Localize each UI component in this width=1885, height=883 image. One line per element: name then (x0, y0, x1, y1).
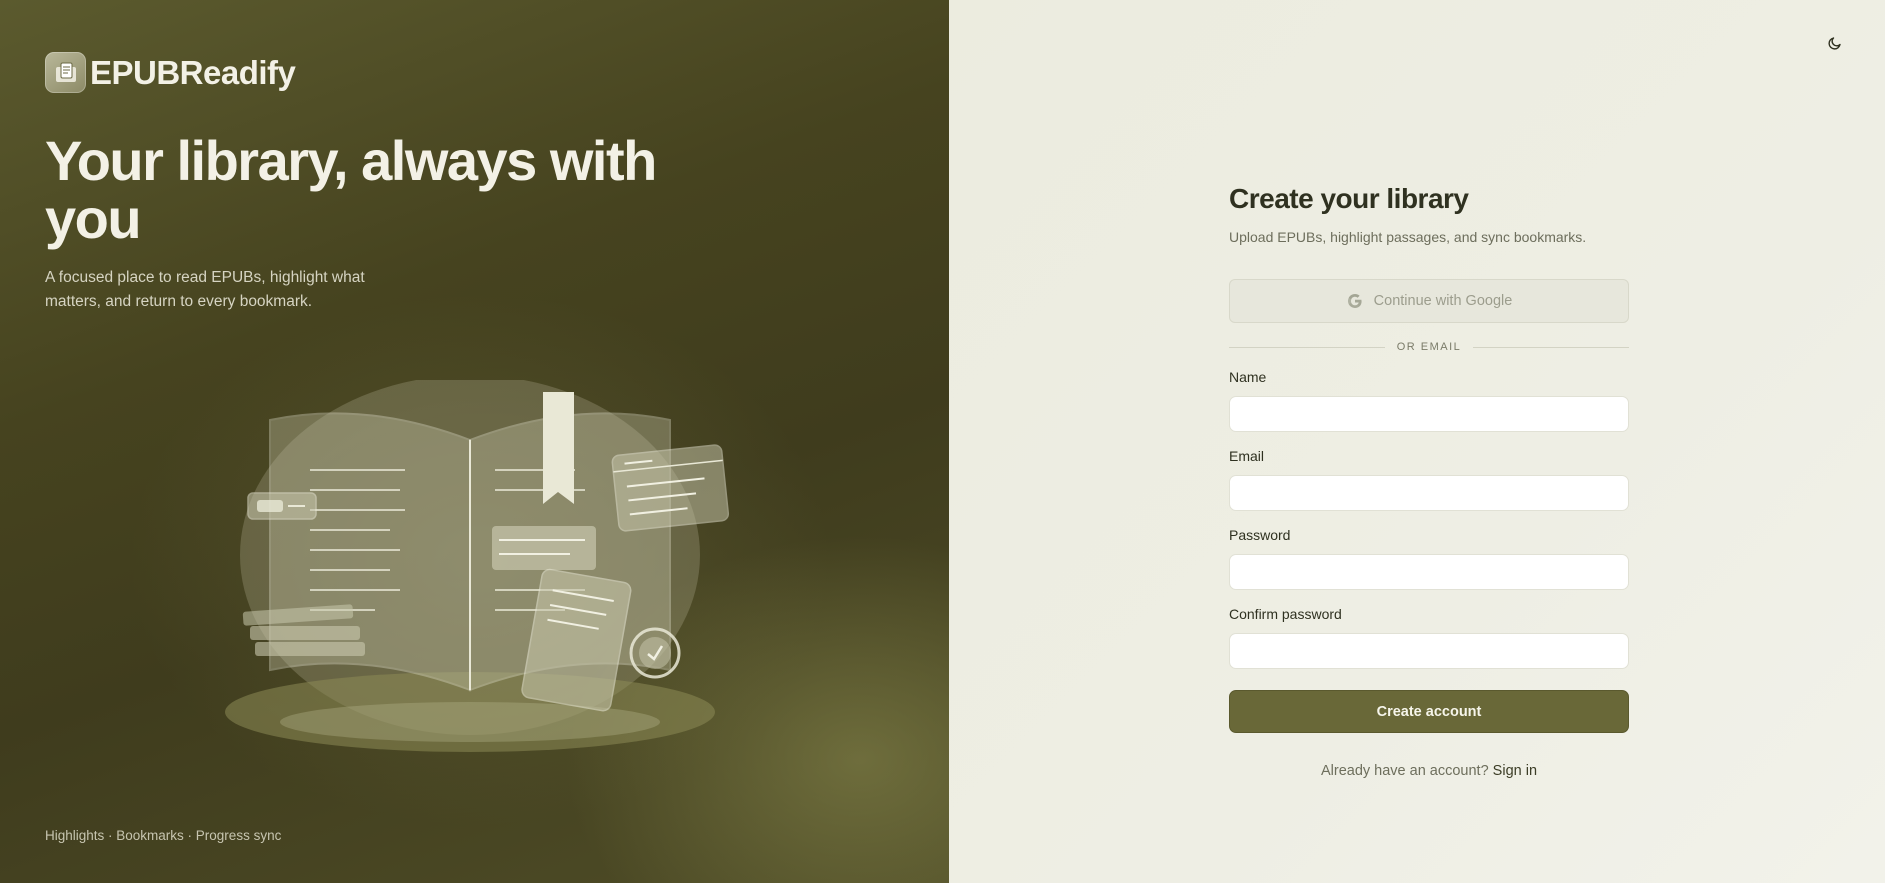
divider-line (1229, 346, 1385, 348)
name-field: Name (1229, 369, 1629, 432)
or-email-divider: OR EMAIL (1229, 341, 1630, 353)
email-input[interactable] (1229, 475, 1629, 511)
signin-link[interactable]: Sign in (1493, 763, 1537, 779)
google-signin-button[interactable]: Continue with Google (1229, 279, 1629, 323)
divider-text: OR EMAIL (1396, 341, 1462, 353)
form-subtitle: Upload EPUBs, highlight passages, and sy… (1229, 229, 1587, 245)
confirm-password-input[interactable] (1229, 633, 1629, 669)
password-input[interactable] (1229, 554, 1629, 590)
password-label: Password (1229, 527, 1291, 543)
moon-icon (1828, 37, 1841, 50)
email-label: Email (1229, 448, 1265, 464)
password-field: Password (1229, 527, 1629, 590)
book-logo-icon (45, 52, 86, 93)
name-input[interactable] (1229, 396, 1629, 432)
create-account-button[interactable]: Create account (1229, 690, 1629, 733)
signup-form: Create your library Upload EPUBs, highli… (1229, 183, 1630, 779)
open-book-illustration (225, 380, 730, 752)
divider-line (1473, 346, 1630, 348)
google-icon (1347, 294, 1362, 308)
email-field: Email (1229, 448, 1629, 511)
form-title: Create your library (1229, 183, 1469, 214)
google-button-label: Continue with Google (1373, 293, 1513, 309)
confirm-password-field: Confirm password (1229, 606, 1629, 669)
confirm-password-label: Confirm password (1229, 606, 1342, 622)
hero-footer: Highlights · Bookmarks · Progress sync (45, 828, 282, 843)
name-label: Name (1229, 369, 1267, 385)
theme-toggle-button[interactable] (1822, 30, 1848, 56)
brand-name: EPUBReadify (90, 53, 296, 91)
hero-panel: EPUBReadify Your library, always with yo… (0, 0, 949, 883)
hero-title: Your library, always with you (45, 129, 657, 250)
signin-prompt: Already have an account? (1320, 763, 1493, 779)
brand[interactable]: EPUBReadify (45, 52, 296, 93)
signin-row: Already have an account? Sign in (1229, 763, 1629, 779)
hero-subtitle: A focused place to read EPUBs, highlight… (45, 269, 365, 310)
